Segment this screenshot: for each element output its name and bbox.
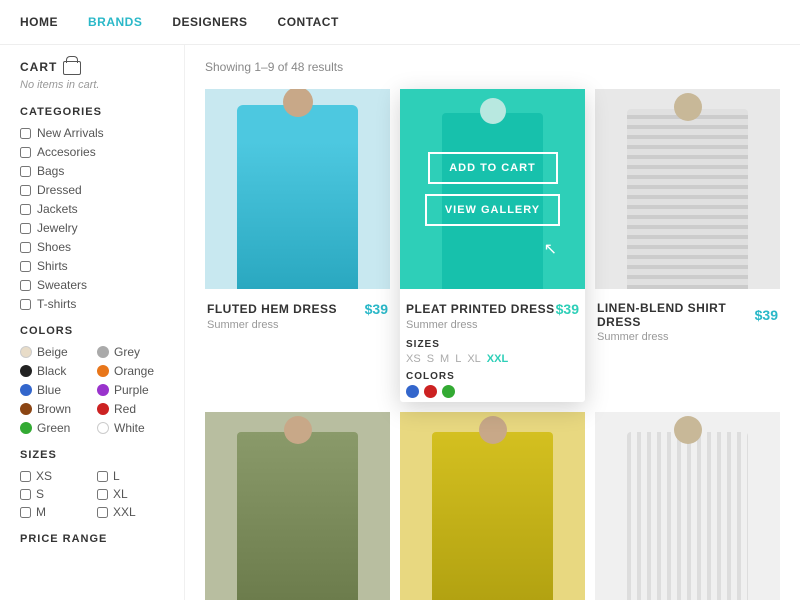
product-info-fluted: FLUTED HEM DRESS $39 Summer dress [205,289,390,339]
color-green[interactable]: Green [20,421,87,435]
size-option-xxl[interactable]: XXL [487,353,508,365]
size-l[interactable]: L [97,469,164,483]
product-name-fluted: FLUTED HEM DRESS [207,302,337,316]
product-card-olive[interactable]: SHIRT DRESS $39 Summer dress [205,412,390,600]
nav-home[interactable]: HOME [20,15,58,29]
categories-section: CATEGORIES New Arrivals Accesories Bags … [20,106,164,311]
view-gallery-button[interactable]: VIEW GALLERY [425,194,560,226]
product-price-fluted: $39 [365,301,388,317]
results-count: Showing 1–9 of 48 results [205,60,780,74]
color-option-blue[interactable] [406,385,419,398]
product-image-linen [595,89,780,289]
colors-section: COLORS Beige Grey Black Orange Blue Purp… [20,325,164,435]
cat-new-arrivals[interactable]: New Arrivals [20,126,164,140]
color-black[interactable]: Black [20,364,87,378]
color-orange[interactable]: Orange [97,364,164,378]
cat-sweaters[interactable]: Sweaters [20,278,164,292]
color-grey[interactable]: Grey [97,345,164,359]
size-grid: XS L S XL M XXL [20,469,164,519]
product-card-linen[interactable]: LINEN-BLEND SHIRT DRESS $39 Summer dress [595,89,780,402]
size-option-s[interactable]: S [427,353,434,365]
main-content: Showing 1–9 of 48 results FLUTED HEM DRE… [185,45,800,600]
colors-row [406,385,579,398]
product-price-pleat: $39 [556,301,579,317]
cursor-indicator: ↖ [544,239,557,259]
cat-shoes[interactable]: Shoes [20,240,164,254]
colors-title: COLORS [20,325,164,337]
add-to-cart-button[interactable]: ADD TO CART [428,152,558,184]
sizes-title: SIZES [20,449,164,461]
product-image-fluted [205,89,390,289]
product-price-linen: $39 [755,307,778,323]
color-blue[interactable]: Blue [20,383,87,397]
cat-shirts[interactable]: Shirts [20,259,164,273]
color-beige[interactable]: Beige [20,345,87,359]
product-info-linen: LINEN-BLEND SHIRT DRESS $39 Summer dress [595,289,780,351]
cart-title[interactable]: CART [20,60,164,74]
product-card-pleat[interactable]: ADD TO CART VIEW GALLERY ↖ PLEAT PRINTED… [400,89,585,402]
categories-list: New Arrivals Accesories Bags Dressed Jac… [20,126,164,311]
product-sizes-section: SIZES XS S M L XL XXL [406,339,579,365]
product-image-yellow [400,412,585,600]
nav-contact[interactable]: CONTACT [278,15,339,29]
cart-section: CART No items in cart. [20,60,164,91]
size-m[interactable]: M [20,505,87,519]
size-option-m[interactable]: M [440,353,449,365]
cart-label: CART [20,60,57,74]
product-sub-fluted: Summer dress [207,319,388,331]
categories-title: CATEGORIES [20,106,164,118]
size-option-xs[interactable]: XS [406,353,421,365]
cat-dressed[interactable]: Dressed [20,183,164,197]
sizes-label: SIZES [406,339,579,350]
product-sub-linen: Summer dress [597,331,778,343]
cart-empty: No items in cart. [20,79,164,91]
color-brown[interactable]: Brown [20,402,87,416]
product-name-pleat: PLEAT PRINTED DRESS [406,302,555,316]
color-white[interactable]: White [97,421,164,435]
size-s[interactable]: S [20,487,87,501]
product-info-pleat: PLEAT PRINTED DRESS $39 Summer dress SIZ… [400,289,585,402]
cat-jackets[interactable]: Jackets [20,202,164,216]
cart-icon [63,61,81,75]
product-card-yellow[interactable]: YELLOW DRESS $39 Summer dress [400,412,585,600]
colors-label: COLORS [406,371,579,382]
color-red[interactable]: Red [97,402,164,416]
product-grid: FLUTED HEM DRESS $39 Summer dress [205,89,780,600]
product-name-linen: LINEN-BLEND SHIRT DRESS [597,301,755,329]
product-card-fluted[interactable]: FLUTED HEM DRESS $39 Summer dress [205,89,390,402]
size-xl[interactable]: XL [97,487,164,501]
cat-bags[interactable]: Bags [20,164,164,178]
size-xs[interactable]: XS [20,469,87,483]
product-sub-pleat: Summer dress [406,319,579,331]
color-grid: Beige Grey Black Orange Blue Purple Brow… [20,345,164,435]
product-image-pleat: ADD TO CART VIEW GALLERY ↖ [400,89,585,289]
color-option-red[interactable] [424,385,437,398]
size-option-l[interactable]: L [455,353,461,365]
color-purple[interactable]: Purple [97,383,164,397]
product-image-olive [205,412,390,600]
size-option-xl[interactable]: XL [467,353,480,365]
hover-actions: ADD TO CART VIEW GALLERY [400,89,585,289]
color-option-green[interactable] [442,385,455,398]
price-range-section: PRICE RANGE [20,533,164,545]
product-colors-section: COLORS [406,371,579,398]
size-xxl[interactable]: XXL [97,505,164,519]
product-card-striped[interactable]: STRIPED SHIRT $39 Summer dress [595,412,780,600]
cat-t-shirts[interactable]: T-shirts [20,297,164,311]
product-image-striped [595,412,780,600]
price-range-title: PRICE RANGE [20,533,164,545]
nav-brands[interactable]: BRANDS [88,15,142,29]
sizes-section: SIZES XS L S XL M XXL [20,449,164,519]
cat-jewelry[interactable]: Jewelry [20,221,164,235]
sizes-row: XS S M L XL XXL [406,353,579,365]
nav-designers[interactable]: DESIGNERS [172,15,247,29]
sidebar: CART No items in cart. CATEGORIES New Ar… [0,45,185,600]
cat-accesories[interactable]: Accesories [20,145,164,159]
main-nav: HOME BRANDS DESIGNERS CONTACT [0,0,800,45]
